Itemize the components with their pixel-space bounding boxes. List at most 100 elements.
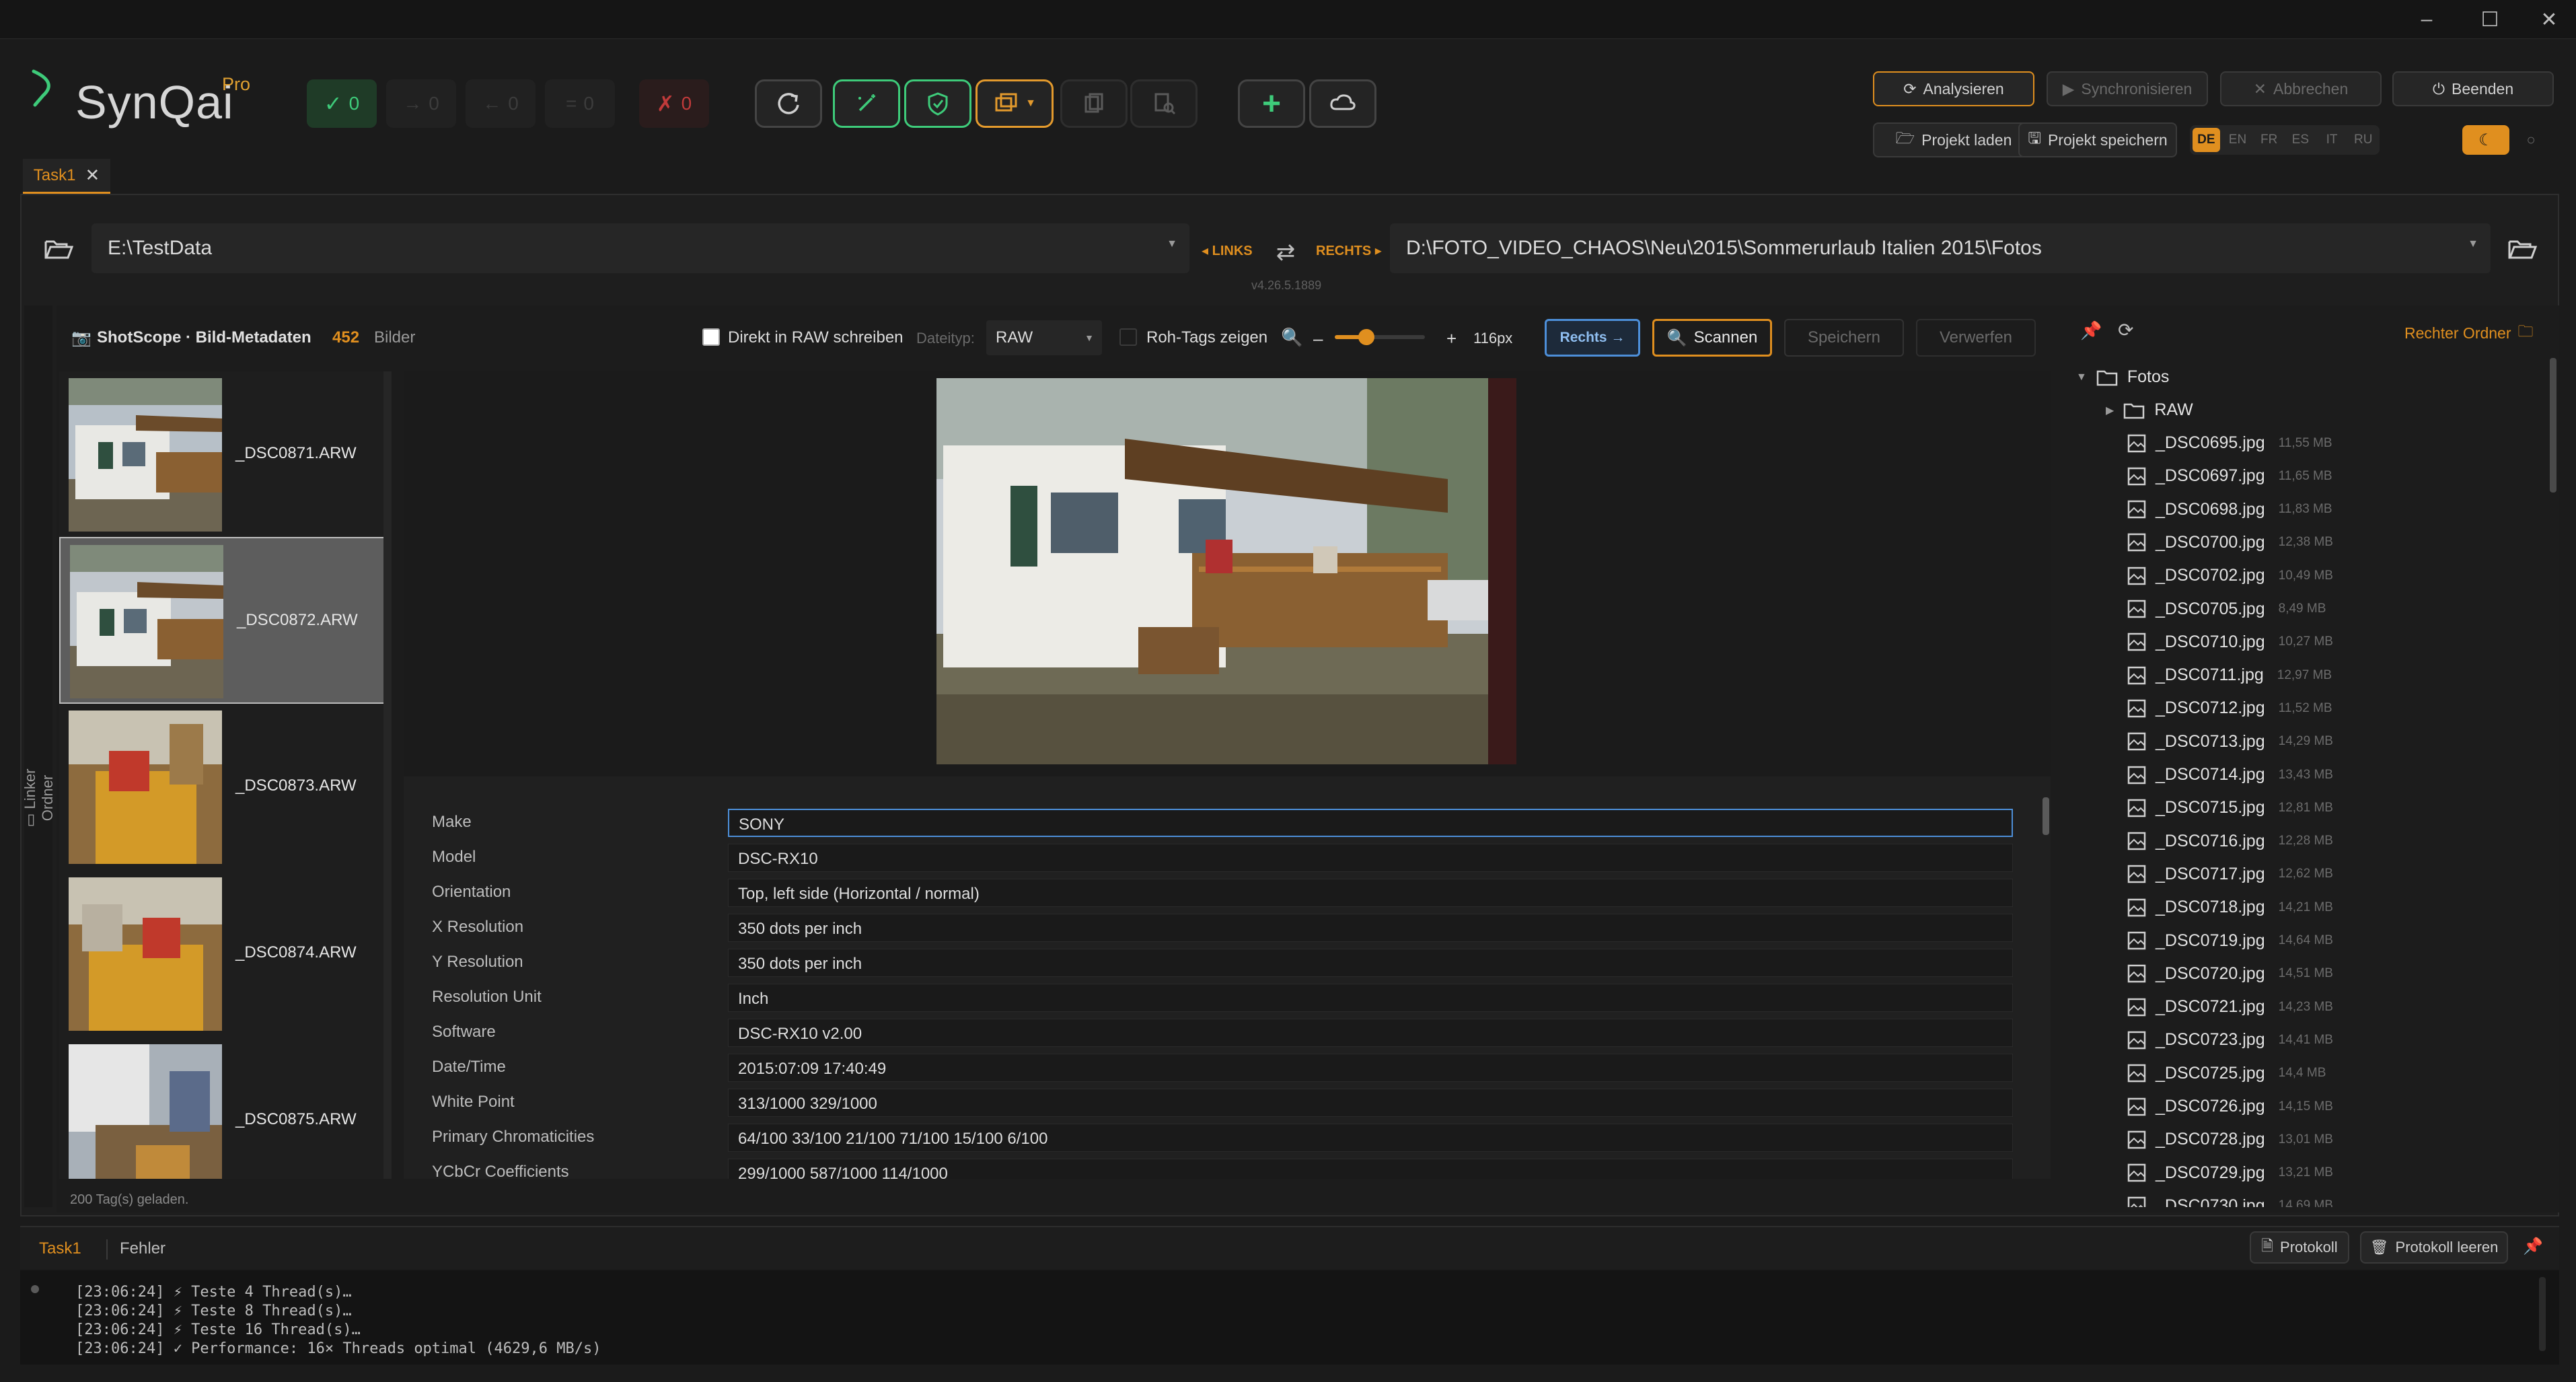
copy-button[interactable] bbox=[1060, 79, 1128, 128]
file-item[interactable]: _DSC0721.jpg 14,23 MB bbox=[2127, 990, 2333, 1023]
maximize-button[interactable]: ☐ bbox=[2460, 3, 2520, 36]
metadata-value-input[interactable]: 299/1000 587/1000 114/1000 bbox=[728, 1159, 2013, 1179]
refresh-icon[interactable]: ⟳ bbox=[2118, 319, 2133, 341]
thumbnail-item[interactable]: _DSC0874.ARW bbox=[59, 871, 386, 1038]
tree-folder-root[interactable]: ▼ Fotos bbox=[2076, 361, 2169, 394]
theme-toggle-button[interactable]: ☾ bbox=[2462, 125, 2509, 155]
magic-button[interactable] bbox=[833, 79, 900, 128]
file-item[interactable]: _DSC0705.jpg 8,49 MB bbox=[2127, 593, 2326, 626]
metadata-value-input[interactable]: 350 dots per inch bbox=[728, 949, 2013, 977]
lang-en[interactable]: EN bbox=[2224, 128, 2252, 152]
file-item[interactable]: _DSC0723.jpg 14,41 MB bbox=[2127, 1023, 2333, 1056]
file-item[interactable]: _DSC0715.jpg 12,81 MB bbox=[2127, 791, 2333, 824]
pin-icon[interactable]: 📌 bbox=[2523, 1237, 2543, 1256]
lang-es[interactable]: ES bbox=[2287, 128, 2314, 152]
tree-folder-raw[interactable]: ▶ RAW bbox=[2106, 394, 2193, 427]
save-button[interactable]: Speichern bbox=[1784, 319, 1904, 357]
log-scrollbar[interactable] bbox=[2539, 1277, 2546, 1351]
cloud-button[interactable] bbox=[1309, 79, 1376, 128]
zoom-in-button[interactable]: + bbox=[1446, 328, 1457, 349]
file-tree-scrollbar[interactable] bbox=[2550, 358, 2556, 493]
file-item[interactable]: _DSC0697.jpg 11,65 MB bbox=[2127, 460, 2332, 493]
lang-ru[interactable]: RU bbox=[2349, 128, 2377, 152]
images-dropdown-button[interactable]: ▼ bbox=[976, 79, 1054, 128]
thumbnail-scrollbar[interactable] bbox=[383, 371, 392, 1179]
metadata-value-input[interactable]: DSC-RX10 v2.00 bbox=[728, 1019, 2013, 1047]
load-project-button[interactable]: 🗁 Projekt laden bbox=[1873, 122, 2034, 157]
save-project-button[interactable]: 🖫 Projekt speichern bbox=[2018, 122, 2177, 157]
refresh-button[interactable] bbox=[755, 79, 822, 128]
swap-button[interactable]: ⇄ bbox=[1269, 237, 1302, 268]
thumbnail-item[interactable]: _DSC0875.ARW bbox=[59, 1038, 386, 1179]
image-file-icon bbox=[2127, 865, 2146, 883]
thumbnail-item[interactable]: _DSC0873.ARW bbox=[59, 704, 386, 871]
minimize-button[interactable]: – bbox=[2396, 3, 2457, 36]
log-tab-errors[interactable]: Fehler bbox=[120, 1239, 165, 1258]
file-item[interactable]: _DSC0710.jpg 10,27 MB bbox=[2127, 626, 2333, 659]
file-item[interactable]: _DSC0714.jpg 13,43 MB bbox=[2127, 758, 2333, 791]
metadata-value-input[interactable]: 350 dots per inch bbox=[728, 914, 2013, 942]
zoom-slider-thumb[interactable] bbox=[1358, 329, 1374, 345]
thumbnail-item[interactable]: _DSC0871.ARW bbox=[59, 371, 386, 538]
file-item[interactable]: _DSC0712.jpg 11,52 MB bbox=[2127, 692, 2332, 725]
analyze-button[interactable]: ⟳ Analysieren bbox=[1873, 71, 2034, 106]
panel-title: ShotScope · Bild-Metadaten bbox=[97, 328, 311, 347]
thumbnail-item-selected[interactable]: _DSC0872.ARW bbox=[59, 537, 386, 704]
file-item[interactable]: _DSC0713.jpg 14,29 MB bbox=[2127, 725, 2333, 758]
file-item[interactable]: _DSC0729.jpg 13,21 MB bbox=[2127, 1157, 2333, 1190]
quit-button[interactable]: ⏻ Beenden bbox=[2392, 71, 2554, 106]
sync-button[interactable]: ▶ Synchronisieren bbox=[2047, 71, 2208, 106]
tab-task1[interactable]: Task1 ✕ bbox=[23, 159, 110, 194]
file-item[interactable]: _DSC0725.jpg 14,4 MB bbox=[2127, 1057, 2326, 1090]
left-path-select[interactable]: E:\TestData ▼ bbox=[91, 223, 1189, 273]
right-button[interactable]: Rechts → bbox=[1545, 319, 1640, 357]
filetype-select[interactable]: RAW ▼ bbox=[986, 320, 1102, 355]
lang-fr[interactable]: FR bbox=[2255, 128, 2283, 152]
metadata-value-input[interactable]: SONY bbox=[728, 809, 2013, 837]
file-item[interactable]: _DSC0702.jpg 10,49 MB bbox=[2127, 559, 2333, 592]
add-button[interactable]: + bbox=[1238, 79, 1305, 128]
zoom-slider[interactable] bbox=[1335, 329, 1425, 345]
file-item[interactable]: _DSC0726.jpg 14,15 MB bbox=[2127, 1090, 2333, 1123]
close-tab-icon[interactable]: ✕ bbox=[85, 165, 100, 186]
abort-button[interactable]: ✕ Abbrechen bbox=[2220, 71, 2382, 106]
metadata-value-input[interactable]: Top, left side (Horizontal / normal) bbox=[728, 879, 2013, 907]
image-file-icon bbox=[2127, 998, 2146, 1017]
right-folder-button[interactable] bbox=[2504, 233, 2540, 265]
file-item[interactable]: _DSC0695.jpg 11,55 MB bbox=[2127, 427, 2332, 460]
right-path-select[interactable]: D:\FOTO_VIDEO_CHAOS\Neu\2015\Sommerurlau… bbox=[1390, 223, 2491, 273]
clear-log-button[interactable]: 🗑 Protokoll leeren bbox=[2360, 1231, 2508, 1264]
compare-button[interactable] bbox=[1130, 79, 1198, 128]
shield-button[interactable] bbox=[904, 79, 971, 128]
metadata-value-input[interactable]: Inch bbox=[728, 984, 2013, 1012]
metadata-scrollbar[interactable] bbox=[2043, 797, 2049, 835]
pin-icon[interactable]: 📌 bbox=[2080, 320, 2102, 341]
file-item[interactable]: _DSC0720.jpg 14,51 MB bbox=[2127, 957, 2333, 990]
file-item[interactable]: _DSC0719.jpg 14,64 MB bbox=[2127, 924, 2333, 957]
raw-write-checkbox[interactable] bbox=[702, 328, 720, 346]
discard-button[interactable]: Verwerfen bbox=[1916, 319, 2036, 357]
file-item[interactable]: _DSC0716.jpg 12,28 MB bbox=[2127, 825, 2333, 858]
refresh-icon: ⟳ bbox=[1903, 79, 1917, 98]
metadata-value-input[interactable]: 64/100 33/100 21/100 71/100 15/100 6/100 bbox=[728, 1124, 2013, 1152]
file-item[interactable]: _DSC0700.jpg 12,38 MB bbox=[2127, 526, 2333, 559]
raw-tags-checkbox[interactable] bbox=[1119, 328, 1137, 346]
lang-de[interactable]: DE bbox=[2193, 128, 2220, 152]
zoom-out-button[interactable]: – bbox=[1313, 328, 1323, 349]
file-item[interactable]: _DSC0730.jpg 14,69 MB bbox=[2127, 1190, 2333, 1207]
left-folder-button[interactable] bbox=[40, 233, 77, 265]
circle-toggle-button[interactable]: ○ bbox=[2516, 125, 2546, 155]
file-item[interactable]: _DSC0698.jpg 11,83 MB bbox=[2127, 493, 2332, 526]
metadata-value-input[interactable]: 313/1000 329/1000 bbox=[728, 1089, 2013, 1117]
file-item[interactable]: _DSC0711.jpg 12,97 MB bbox=[2127, 659, 2332, 692]
protocol-button[interactable]: 🗎 Protokoll bbox=[2250, 1231, 2349, 1264]
log-tab-task1[interactable]: Task1 bbox=[39, 1239, 81, 1258]
lang-it[interactable]: IT bbox=[2318, 128, 2346, 152]
metadata-value-input[interactable]: 2015:07:09 17:40:49 bbox=[728, 1054, 2013, 1082]
file-item[interactable]: _DSC0718.jpg 14,21 MB bbox=[2127, 891, 2333, 924]
metadata-value-input[interactable]: DSC-RX10 bbox=[728, 844, 2013, 872]
file-item[interactable]: _DSC0717.jpg 12,62 MB bbox=[2127, 858, 2333, 891]
scan-button[interactable]: 🔍 Scannen bbox=[1652, 319, 1772, 357]
close-window-button[interactable]: ✕ bbox=[2523, 3, 2575, 36]
file-item[interactable]: _DSC0728.jpg 13,01 MB bbox=[2127, 1123, 2333, 1156]
